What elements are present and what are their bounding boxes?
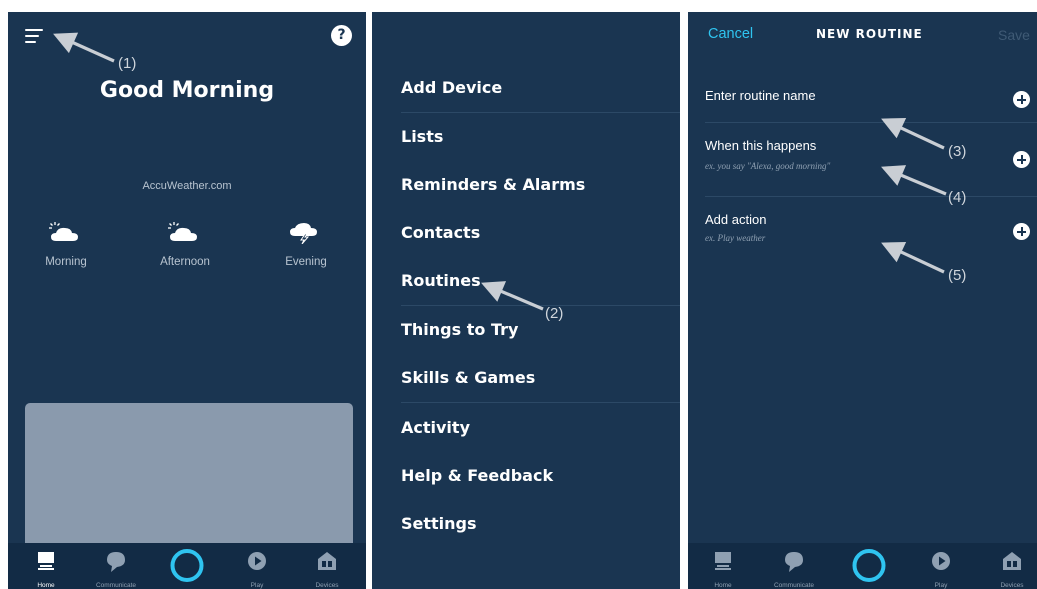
menu-item-activity[interactable]: Activity bbox=[401, 404, 680, 452]
menu-item-skills-games[interactable]: Skills & Games bbox=[401, 354, 680, 402]
devices-icon bbox=[318, 552, 336, 570]
divider bbox=[705, 122, 1037, 123]
home-icon bbox=[715, 552, 731, 570]
nav-communicate[interactable]: Communicate bbox=[759, 543, 829, 589]
annotation-label-4: (4) bbox=[948, 189, 967, 206]
menu-item-routines[interactable]: Routines bbox=[401, 257, 680, 305]
help-icon[interactable]: ? bbox=[331, 25, 352, 46]
menu-item-label: Settings bbox=[401, 514, 477, 533]
menu-item-label: Contacts bbox=[401, 223, 481, 242]
menu-item-add-device[interactable]: Add Device bbox=[401, 64, 680, 112]
annotation-label-2: (2) bbox=[545, 305, 564, 322]
page-title: NEW ROUTINE bbox=[816, 27, 923, 41]
add-action-icon[interactable] bbox=[1013, 223, 1030, 240]
routine-name-label: Enter routine name bbox=[705, 88, 816, 103]
home-icon bbox=[38, 552, 54, 570]
weather-source: AccuWeather.com bbox=[142, 180, 232, 192]
nav-label: Play bbox=[250, 582, 264, 589]
divider bbox=[401, 402, 680, 403]
menu-item-lists[interactable]: Lists bbox=[401, 113, 680, 161]
forecast-evening[interactable]: Evening bbox=[256, 220, 356, 268]
home-card[interactable] bbox=[25, 403, 353, 548]
menu-item-things-to-try[interactable]: Things to Try bbox=[401, 306, 680, 354]
menu-item-contacts[interactable]: Contacts bbox=[401, 209, 680, 257]
menu-item-reminders-alarms[interactable]: Reminders & Alarms bbox=[401, 161, 680, 209]
nav-play[interactable]: Play bbox=[906, 543, 976, 589]
menu-item-label: Add Device bbox=[401, 78, 503, 97]
menu-item-label: Things to Try bbox=[401, 320, 519, 339]
new-routine-screen: Cancel NEW ROUTINE Save Enter routine na… bbox=[688, 12, 1037, 589]
partly-cloudy-icon bbox=[168, 222, 197, 241]
annotation-label-1: (1) bbox=[118, 55, 137, 72]
nav-label: Home bbox=[37, 582, 55, 589]
divider bbox=[705, 196, 1037, 197]
nav-alexa[interactable] bbox=[152, 543, 222, 589]
add-routine-name-icon[interactable] bbox=[1013, 91, 1030, 108]
menu-item-label: Reminders & Alarms bbox=[401, 175, 586, 194]
annotation-label-3: (3) bbox=[948, 143, 967, 160]
forecast-label: Evening bbox=[285, 256, 327, 268]
greeting-title: Good Morning bbox=[99, 78, 275, 103]
forecast-label: Morning bbox=[45, 256, 87, 268]
nav-label: Communicate bbox=[95, 582, 137, 589]
forecast-morning[interactable]: Morning bbox=[16, 220, 116, 268]
alexa-icon bbox=[170, 549, 204, 582]
nav-label: Home bbox=[714, 582, 732, 589]
cancel-button[interactable]: Cancel bbox=[708, 26, 753, 42]
nav-play[interactable]: Play bbox=[222, 543, 292, 589]
annotation-label-5: (5) bbox=[948, 267, 967, 284]
trigger-label: When this happens bbox=[705, 138, 817, 153]
home-screen: ? Good Morning AccuWeather.com Morning A… bbox=[8, 12, 366, 589]
forecast-afternoon[interactable]: Afternoon bbox=[135, 220, 235, 268]
menu-item-label: Activity bbox=[401, 418, 470, 437]
play-icon bbox=[248, 552, 266, 570]
add-trigger-icon[interactable] bbox=[1013, 151, 1030, 168]
nav-label: Communicate bbox=[773, 582, 815, 589]
nav-label: Devices bbox=[315, 582, 339, 589]
devices-icon bbox=[1003, 552, 1021, 570]
play-icon bbox=[932, 552, 950, 570]
thunderstorm-icon bbox=[290, 223, 317, 244]
trigger-example: ex. you say "Alexa, good morning" bbox=[705, 161, 831, 171]
nav-alexa[interactable] bbox=[834, 543, 904, 589]
alexa-icon bbox=[852, 549, 886, 582]
chat-bubble-icon bbox=[785, 552, 803, 572]
bottom-nav: Home Communicate Play Devices bbox=[688, 543, 1037, 589]
menu-item-label: Help & Feedback bbox=[401, 466, 554, 485]
menu-item-label: Routines bbox=[401, 271, 481, 290]
forecast-label: Afternoon bbox=[160, 256, 210, 268]
menu-item-settings[interactable]: Settings bbox=[401, 500, 680, 548]
nav-communicate[interactable]: Communicate bbox=[81, 543, 151, 589]
action-example: ex. Play weather bbox=[705, 233, 766, 243]
save-button[interactable]: Save bbox=[998, 27, 1030, 43]
partly-cloudy-icon bbox=[49, 222, 78, 241]
nav-home[interactable]: Home bbox=[688, 543, 758, 589]
menu-hamburger-icon[interactable] bbox=[25, 26, 45, 44]
nav-label: Play bbox=[934, 582, 948, 589]
menu-item-label: Skills & Games bbox=[401, 368, 536, 387]
action-label: Add action bbox=[705, 212, 767, 227]
nav-devices[interactable]: Devices bbox=[292, 543, 362, 589]
menu-screen: Add Device Lists Reminders & Alarms Cont… bbox=[372, 12, 680, 589]
nav-home[interactable]: Home bbox=[11, 543, 81, 589]
bottom-nav: Home Communicate Play Devices bbox=[8, 543, 366, 589]
nav-devices[interactable]: Devices bbox=[977, 543, 1037, 589]
chat-bubble-icon bbox=[107, 552, 125, 572]
menu-item-help-feedback[interactable]: Help & Feedback bbox=[401, 452, 680, 500]
menu-item-label: Lists bbox=[401, 127, 444, 146]
nav-label: Devices bbox=[1000, 582, 1024, 589]
